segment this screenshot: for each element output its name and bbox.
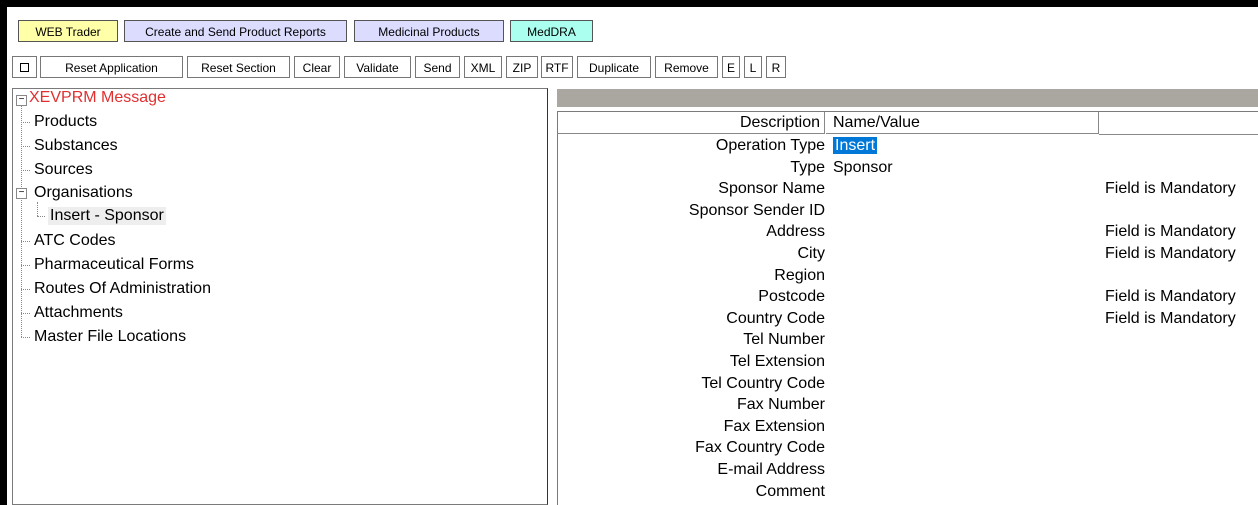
column-header-description[interactable]: Description <box>557 112 825 134</box>
tree-item-pharmaceutical-forms[interactable]: Pharmaceutical Forms <box>34 256 194 274</box>
tree-item-atc-codes[interactable]: ATC Codes <box>34 232 116 250</box>
tree-connector <box>21 241 30 242</box>
field-label-operation-type: Operation Type <box>715 137 825 154</box>
tree-item-products[interactable]: Products <box>34 113 97 131</box>
duplicate-button[interactable]: Duplicate <box>577 56 651 78</box>
tree-connector <box>21 289 30 290</box>
tree-item-organisations[interactable]: Organisations <box>34 184 133 202</box>
validation-message: Field is Mandatory <box>1105 288 1236 306</box>
zip-button[interactable]: ZIP <box>506 56 538 78</box>
tree-connector <box>21 265 30 266</box>
field-label-e-mail-address: E-mail Address <box>717 461 825 478</box>
collapse-organisations-icon[interactable]: − <box>16 188 27 199</box>
tree-connector <box>21 105 22 337</box>
field-label-postcode: Postcode <box>758 288 825 306</box>
reset-application-button[interactable]: Reset Application <box>40 56 183 78</box>
tree-item-substances[interactable]: Substances <box>34 137 118 155</box>
field-label-address: Address <box>766 223 825 241</box>
column-header-name-value[interactable]: Name/Value <box>826 112 1099 134</box>
field-label-tel-country-code: Tel Country Code <box>701 374 825 392</box>
rtf-button[interactable]: RTF <box>541 56 573 78</box>
tree-connector <box>21 337 30 338</box>
l-button[interactable]: L <box>744 56 762 78</box>
validation-message: Field is Mandatory <box>1105 223 1236 241</box>
field-label-sponsor-name: Sponsor Name <box>718 180 825 198</box>
send-button[interactable]: Send <box>415 56 460 78</box>
tree-item-routes-of-administration[interactable]: Routes Of Administration <box>34 280 211 298</box>
tree-connector <box>21 313 30 314</box>
tree-connector <box>37 216 45 217</box>
grid-title-bar <box>557 89 1258 107</box>
e-button[interactable]: E <box>722 56 740 78</box>
field-value-text: Sponsor <box>833 158 893 176</box>
square-icon <box>20 63 29 73</box>
field-label-fax-extension: Fax Extension <box>723 417 825 435</box>
validation-message: Field is Mandatory <box>1105 245 1236 262</box>
field-value-operation-type[interactable]: Insert <box>833 137 1093 155</box>
reset-section-button[interactable]: Reset Section <box>187 56 290 78</box>
collapse-button[interactable] <box>12 56 37 78</box>
tree-root[interactable]: XEVPRM Message <box>29 89 166 107</box>
validation-message: Field is Mandatory <box>1105 180 1236 198</box>
tree-connector <box>21 122 30 123</box>
field-label-region: Region <box>774 266 825 284</box>
column-header-message <box>1099 112 1258 135</box>
tree-item-attachments[interactable]: Attachments <box>34 304 123 322</box>
tree-item-sources[interactable]: Sources <box>34 161 93 179</box>
field-label-sponsor-sender-id: Sponsor Sender ID <box>688 201 825 219</box>
clear-button[interactable]: Clear <box>294 56 340 78</box>
field-label-city: City <box>797 245 825 262</box>
field-value-type[interactable]: Sponsor <box>833 159 1093 177</box>
tab-meddra[interactable]: MedDRA <box>510 20 593 42</box>
tab-medicinal-products[interactable]: Medicinal Products <box>354 20 504 42</box>
validate-button[interactable]: Validate <box>344 56 411 78</box>
field-label-type: Type <box>790 158 825 176</box>
validation-message: Field is Mandatory <box>1105 309 1236 327</box>
tree-connector <box>37 202 38 216</box>
r-button[interactable]: R <box>766 56 786 78</box>
field-label-comment: Comment <box>755 482 825 500</box>
tree-item-master-file-locations[interactable]: Master File Locations <box>34 328 186 346</box>
tab-create-send-product-reports[interactable]: Create and Send Product Reports <box>124 20 347 42</box>
tree-connector <box>21 170 30 171</box>
field-label-country-code: Country Code <box>726 309 825 327</box>
tree-item-insert-sponsor[interactable]: Insert - Sponsor <box>48 207 166 225</box>
field-label-fax-country-code: Fax Country Code <box>695 439 825 457</box>
field-label-tel-number: Tel Number <box>743 331 825 349</box>
field-label-tel-extension: Tel Extension <box>729 353 825 370</box>
remove-button[interactable]: Remove <box>655 56 718 78</box>
tree-connector <box>21 146 30 147</box>
tab-web-trader[interactable]: WEB Trader <box>18 20 118 42</box>
xml-button[interactable]: XML <box>464 56 502 78</box>
field-value-text: Insert <box>833 137 878 154</box>
field-label-fax-number: Fax Number <box>736 396 825 414</box>
